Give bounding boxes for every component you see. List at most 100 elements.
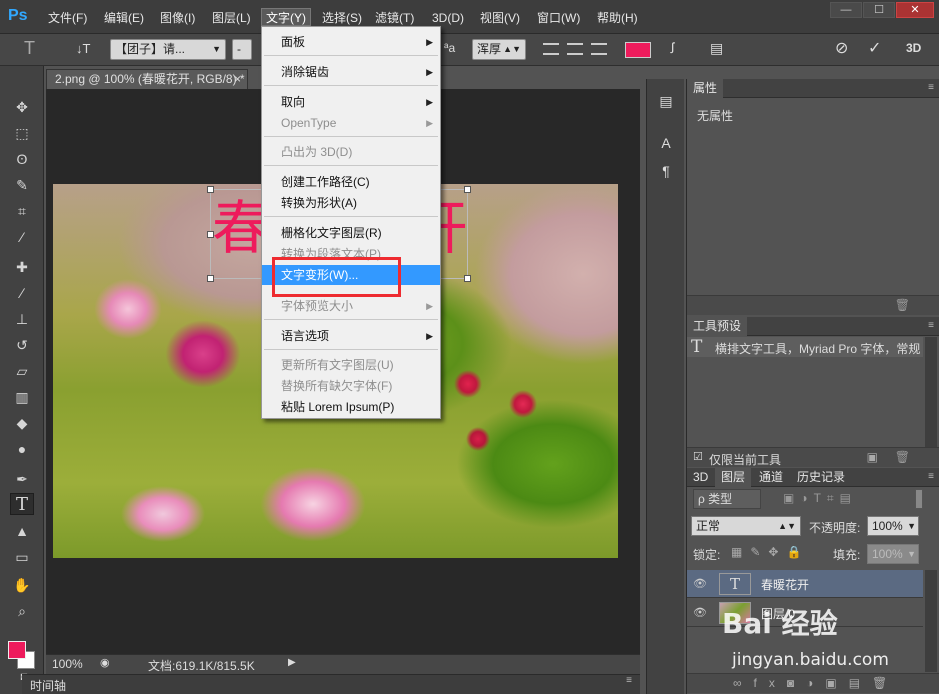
tab-3d[interactable]: 3D [687,468,714,487]
menu-item-font-preview-size[interactable]: 字体预览大小 ▶ [262,296,440,316]
align-right-icon[interactable] [591,43,607,55]
new-preset-icon[interactable]: ▣ [867,450,878,464]
path-select-icon[interactable]: ▲ [10,520,34,542]
status-menu-icon[interactable]: ◉ [100,656,110,669]
layer-name[interactable]: 春暖花开 [761,576,809,593]
text-color-swatch[interactable] [625,42,651,58]
font-family-select[interactable]: 【团子】请... ▼ [110,39,226,60]
menu-item-rasterize[interactable]: 栅格化文字图层(R) [262,223,440,243]
cancel-icon[interactable]: ⊘ [835,39,848,60]
menu-image[interactable]: 图像(I) [156,9,199,27]
opacity-input[interactable]: 100% ▼ [867,516,919,536]
menu-item-opentype[interactable]: OpenType ▶ [262,113,440,133]
eyedropper-icon[interactable]: ⁄ [10,226,34,248]
menu-item-create-work-path[interactable]: 创建工作路径(C) [262,172,440,192]
shape-icon[interactable]: ▭ [10,546,34,568]
align-center-icon[interactable] [567,43,583,55]
menu-item-convert-to-shape[interactable]: 转换为形状(A) [262,193,440,213]
presets-scrollbar[interactable] [925,337,937,447]
character-panel-icon[interactable]: ▤ [710,39,723,60]
tab-tool-presets[interactable]: 工具预设 [687,317,748,336]
menu-file[interactable]: 文件(F) [44,9,91,27]
menu-help[interactable]: 帮助(H) [593,9,642,27]
menu-item-paste-lorem-ipsum[interactable]: 粘贴 Lorem Ipsum(P) [262,397,440,417]
menu-select[interactable]: 选择(S) [318,9,366,27]
minimize-button[interactable]: — [830,2,862,18]
tool-preset-icon[interactable]: T [24,39,35,60]
healing-icon[interactable]: ✚ [10,256,34,278]
foreground-color-swatch[interactable] [8,641,26,659]
filter-toggle[interactable] [915,489,923,509]
transform-handle[interactable] [207,275,214,282]
tab-channels[interactable]: 通道 [753,468,789,487]
menu-window[interactable]: 窗口(W) [533,9,584,27]
timeline-label[interactable]: 时间轴 [30,677,66,694]
maximize-button[interactable]: ☐ [863,2,895,18]
lasso-icon[interactable]: ʘ [10,148,34,170]
transform-handle[interactable] [207,231,214,238]
transform-handle[interactable] [207,186,214,193]
layer-filter-icons[interactable]: ▣◑T⌗▤ [783,491,857,506]
3d-icon[interactable]: 3D [906,39,921,60]
layer-filter-select[interactable]: ρ 类型 [693,489,761,509]
close-icon[interactable]: × [234,70,241,89]
transform-handle[interactable] [464,186,471,193]
eye-icon[interactable]: 👁 [693,577,709,591]
warp-text-icon[interactable]: ꭍ [670,39,675,60]
tool-preset-item[interactable]: T 横排文字工具，Myriad Pro 字体，常规 [687,337,923,357]
history-icon[interactable]: ▤ [656,91,676,111]
menu-layer[interactable]: 图层(L) [208,9,255,27]
menu-edit[interactable]: 编辑(E) [100,9,148,27]
brush-icon[interactable]: ∕ [10,282,34,304]
blur-icon[interactable]: ◆ [10,412,34,434]
blend-mode-select[interactable]: 正常 ▲▼ [691,516,801,536]
zoom-icon[interactable]: ⌕ [10,600,34,622]
menu-3d[interactable]: 3D(D) [428,9,468,27]
crop-icon[interactable]: ⌗ [10,200,34,222]
commit-icon[interactable]: ✓ [868,39,881,60]
character-icon[interactable]: A [656,133,676,153]
menu-item-update-all-text[interactable]: 更新所有文字图层(U) [262,355,440,375]
menu-item-replace-missing-fonts[interactable]: 替换所有缺欠字体(F) [262,376,440,396]
text-orientation-icon[interactable]: ↓T [76,39,90,60]
timeline-bar[interactable]: 时间轴 ≡ [22,674,640,694]
quick-select-icon[interactable]: ✎ [10,174,34,196]
layer-footer-icons[interactable]: ∞fx◙◑▣▤🗑 [733,676,899,690]
menu-item-language-options[interactable]: 语言选项 ▶ [262,326,440,346]
history-brush-icon[interactable]: ↺ [10,334,34,356]
move-icon[interactable]: ✥ [10,96,34,118]
zoom-level[interactable]: 100% [52,657,83,671]
font-style-select[interactable]: - [232,39,252,60]
type-icon[interactable]: T [10,493,34,515]
trash-icon[interactable]: 🗑 [895,450,910,464]
panel-menu-icon[interactable]: ≡ [928,82,934,93]
menu-type[interactable]: 文字(Y) [261,8,311,26]
menu-item-anti-alias[interactable]: 消除锯齿 ▶ [262,62,440,82]
menu-item-extrude-3d[interactable]: 凸出为 3D(D) [262,142,440,162]
pen-icon[interactable]: ✒ [10,468,34,490]
stamp-icon[interactable]: ⊥ [10,308,34,330]
eye-icon[interactable]: 👁 [693,606,709,620]
align-left-icon[interactable] [543,43,559,55]
menu-view[interactable]: 视图(V) [476,9,524,27]
marquee-icon[interactable]: ⬚ [10,122,34,144]
close-window-button[interactable]: ✕ [896,2,934,18]
paragraph-icon[interactable]: ¶ [656,161,676,181]
lock-icons[interactable]: ▦✎✥🔒 [731,545,809,559]
eraser-icon[interactable]: ▱ [10,360,34,382]
menu-item-panels[interactable]: 面板 ▶ [262,32,440,52]
anti-alias-select[interactable]: 浑厚 ▲▼ [472,39,526,60]
menu-filter[interactable]: 滤镜(T) [371,9,418,27]
dodge-icon[interactable]: ● [10,438,34,460]
transform-handle[interactable] [464,275,471,282]
panel-menu-icon[interactable]: ≡ [626,675,632,686]
fill-input[interactable]: 100% ▼ [867,544,919,564]
panel-menu-icon[interactable]: ≡ [928,471,934,482]
panel-menu-icon[interactable]: ≡ [928,320,934,331]
tab-history[interactable]: 历史记录 [791,468,851,487]
current-tool-checkbox[interactable]: ☑ [693,450,703,463]
play-arrow-icon[interactable]: ▶ [288,657,296,668]
tab-layers[interactable]: 图层 [715,468,752,487]
layers-scrollbar[interactable] [925,570,937,672]
hand-icon[interactable]: ✋ [10,574,34,596]
